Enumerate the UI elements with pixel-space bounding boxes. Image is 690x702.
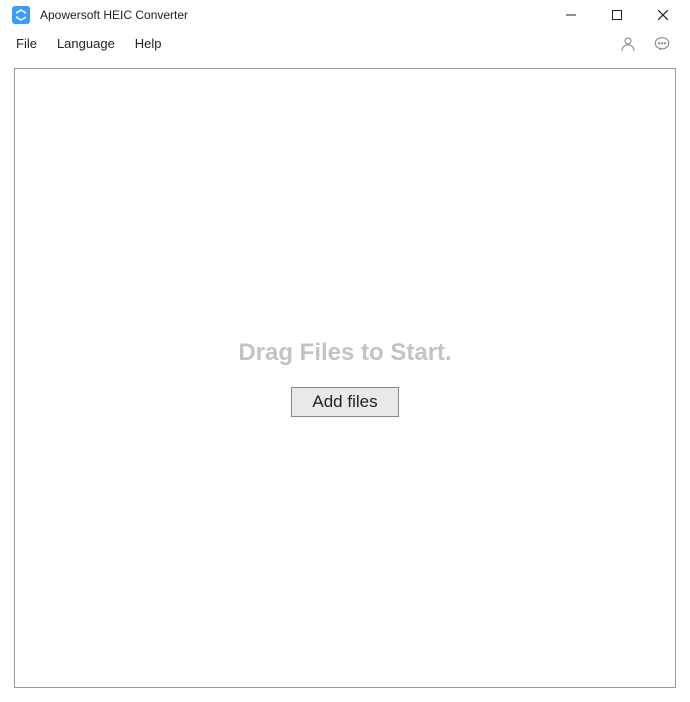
maximize-button[interactable]: [594, 0, 640, 30]
account-icon[interactable]: [618, 34, 638, 54]
menu-file[interactable]: File: [14, 32, 47, 55]
menu-help[interactable]: Help: [125, 32, 172, 55]
feedback-icon[interactable]: [652, 34, 672, 54]
drop-instruction-text: Drag Files to Start.: [238, 339, 451, 367]
app-title: Apowersoft HEIC Converter: [40, 8, 548, 22]
app-icon: [12, 6, 30, 24]
add-files-button[interactable]: Add files: [291, 387, 398, 417]
close-button[interactable]: [640, 0, 686, 30]
titlebar: Apowersoft HEIC Converter: [0, 0, 690, 30]
menu-language[interactable]: Language: [47, 32, 125, 55]
menubar-right: [618, 34, 676, 54]
menubar: File Language Help: [0, 30, 690, 58]
window-controls: [548, 0, 686, 30]
drop-zone[interactable]: Drag Files to Start. Add files: [14, 68, 676, 688]
minimize-button[interactable]: [548, 0, 594, 30]
